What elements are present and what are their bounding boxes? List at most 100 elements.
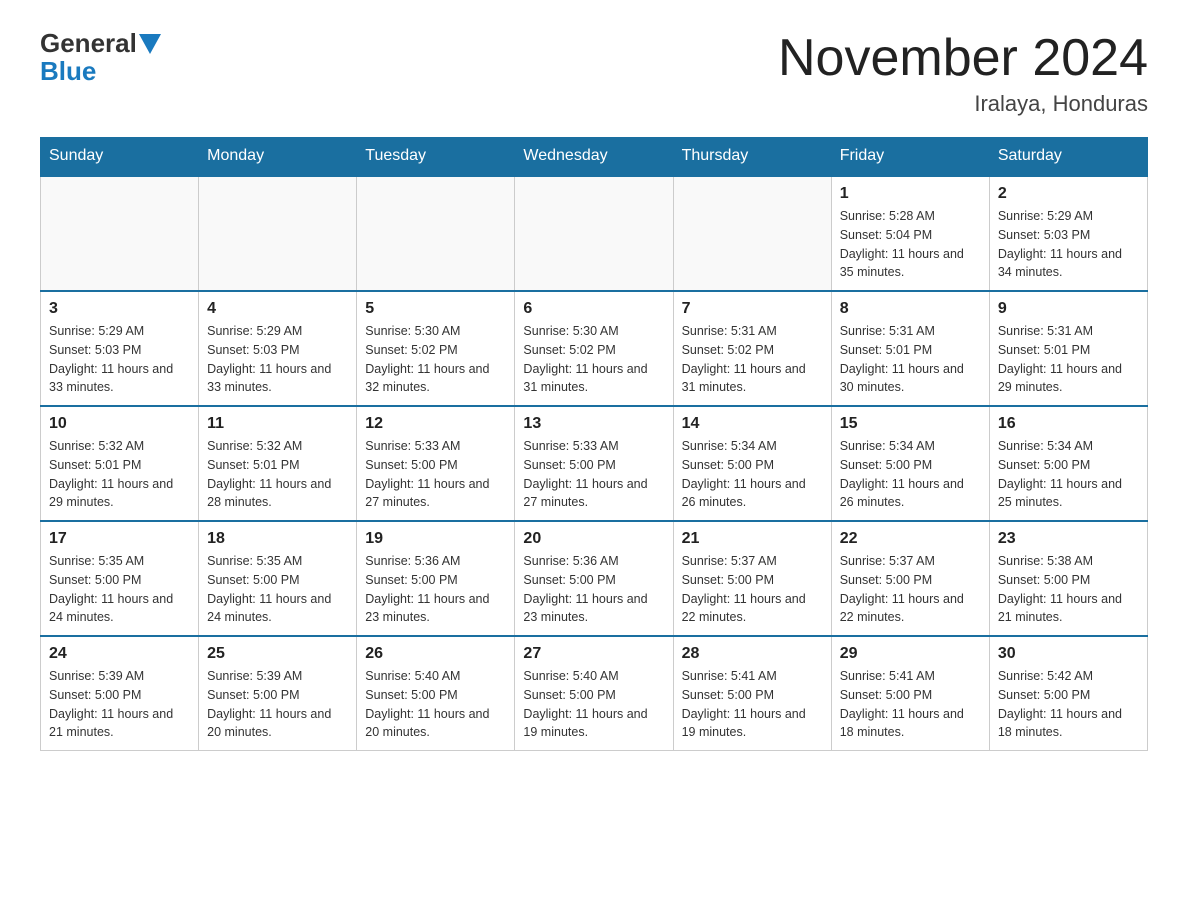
day-info: Sunrise: 5:30 AMSunset: 5:02 PMDaylight:… [523,322,664,397]
calendar-week-5: 24Sunrise: 5:39 AMSunset: 5:00 PMDayligh… [41,636,1148,751]
calendar-cell: 15Sunrise: 5:34 AMSunset: 5:00 PMDayligh… [831,406,989,521]
day-number: 6 [523,300,664,318]
day-info: Sunrise: 5:34 AMSunset: 5:00 PMDaylight:… [998,437,1139,512]
calendar-cell: 24Sunrise: 5:39 AMSunset: 5:00 PMDayligh… [41,636,199,751]
logo-general: General [40,30,137,56]
calendar-cell: 26Sunrise: 5:40 AMSunset: 5:00 PMDayligh… [357,636,515,751]
calendar-cell: 19 Sunrise: 5:36 AMSunset: 5:00 PMDayligh… [357,521,515,636]
calendar-cell: 8 Sunrise: 5:31 AMSunset: 5:01 PMDaylight… [831,291,989,406]
day-number: 5 [365,300,506,318]
calendar-cell: 27 Sunrise: 5:40 AMSunset: 5:00 PMDayligh… [515,636,673,751]
day-info: Sunrise: 5:42 AMSunset: 5:00 PMDaylight:… [998,667,1139,742]
calendar-header-row: SundayMondayTuesdayWednesdayThursdayFrid… [41,137,1148,176]
day-info: Sunrise: 5:34 AMSunset: 5:00 PMDaylight:… [682,437,823,512]
day-info: Sunrise: 5:41 AMSunset: 5:00 PMDaylight:… [682,667,823,742]
calendar-header-monday: Monday [199,137,357,176]
title-area: November 2024 Iralaya, Honduras [778,30,1148,117]
header: General Blue November 2024 Iralaya, Hond… [40,30,1148,117]
day-info: Sunrise: 5:31 AMSunset: 5:01 PMDaylight:… [840,322,981,397]
day-number: 4 [207,300,348,318]
day-info: Sunrise: 5:32 AMSunset: 5:01 PMDaylight:… [207,437,348,512]
day-number: 30 [998,645,1139,663]
calendar-cell: 14 Sunrise: 5:34 AMSunset: 5:00 PMDayligh… [673,406,831,521]
day-number: 23 [998,530,1139,548]
day-number: 8 [840,300,981,318]
calendar-cell: 12 Sunrise: 5:33 AMSunset: 5:00 PMDayligh… [357,406,515,521]
day-number: 14 [682,415,823,433]
day-info: Sunrise: 5:31 AMSunset: 5:02 PMDaylight:… [682,322,823,397]
calendar-cell: 23 Sunrise: 5:38 AMSunset: 5:00 PMDayligh… [989,521,1147,636]
calendar-cell: 3 Sunrise: 5:29 AMSunset: 5:03 PMDaylight… [41,291,199,406]
day-number: 27 [523,645,664,663]
calendar-header-thursday: Thursday [673,137,831,176]
location: Iralaya, Honduras [778,91,1148,117]
calendar-cell: 22 Sunrise: 5:37 AMSunset: 5:00 PMDayligh… [831,521,989,636]
day-info: Sunrise: 5:33 AMSunset: 5:00 PMDaylight:… [523,437,664,512]
calendar-cell: 7 Sunrise: 5:31 AMSunset: 5:02 PMDaylight… [673,291,831,406]
calendar-table: SundayMondayTuesdayWednesdayThursdayFrid… [40,137,1148,751]
logo: General Blue [40,30,161,87]
calendar-cell: 17 Sunrise: 5:35 AMSunset: 5:00 PMDayligh… [41,521,199,636]
calendar-cell: 2 Sunrise: 5:29 AMSunset: 5:03 PMDaylight… [989,176,1147,291]
calendar-cell: 18Sunrise: 5:35 AMSunset: 5:00 PMDayligh… [199,521,357,636]
day-number: 15 [840,415,981,433]
day-info: Sunrise: 5:37 AMSunset: 5:00 PMDaylight:… [682,552,823,627]
month-title: November 2024 [778,30,1148,87]
day-number: 12 [365,415,506,433]
day-info: Sunrise: 5:29 AMSunset: 5:03 PMDaylight:… [998,207,1139,282]
calendar-cell: 5 Sunrise: 5:30 AMSunset: 5:02 PMDaylight… [357,291,515,406]
day-number: 7 [682,300,823,318]
day-info: Sunrise: 5:33 AMSunset: 5:00 PMDaylight:… [365,437,506,512]
calendar-cell [199,176,357,291]
day-info: Sunrise: 5:36 AMSunset: 5:00 PMDaylight:… [365,552,506,627]
day-info: Sunrise: 5:40 AMSunset: 5:00 PMDaylight:… [365,667,506,742]
calendar-cell: 16 Sunrise: 5:34 AMSunset: 5:00 PMDayligh… [989,406,1147,521]
day-number: 13 [523,415,664,433]
day-info: Sunrise: 5:35 AMSunset: 5:00 PMDaylight:… [49,552,190,627]
calendar-cell: 30 Sunrise: 5:42 AMSunset: 5:00 PMDayligh… [989,636,1147,751]
day-info: Sunrise: 5:29 AMSunset: 5:03 PMDaylight:… [207,322,348,397]
day-info: Sunrise: 5:36 AMSunset: 5:00 PMDaylight:… [523,552,664,627]
calendar-cell: 29Sunrise: 5:41 AMSunset: 5:00 PMDayligh… [831,636,989,751]
day-info: Sunrise: 5:28 AMSunset: 5:04 PMDaylight:… [840,207,981,282]
day-number: 17 [49,530,190,548]
calendar-cell [357,176,515,291]
day-info: Sunrise: 5:37 AMSunset: 5:00 PMDaylight:… [840,552,981,627]
day-number: 10 [49,415,190,433]
calendar-cell: 11 Sunrise: 5:32 AMSunset: 5:01 PMDayligh… [199,406,357,521]
day-number: 16 [998,415,1139,433]
calendar-header-sunday: Sunday [41,137,199,176]
day-number: 1 [840,185,981,203]
calendar-header-wednesday: Wednesday [515,137,673,176]
calendar-cell: 20Sunrise: 5:36 AMSunset: 5:00 PMDayligh… [515,521,673,636]
day-number: 25 [207,645,348,663]
day-info: Sunrise: 5:39 AMSunset: 5:00 PMDaylight:… [207,667,348,742]
calendar-cell: 21Sunrise: 5:37 AMSunset: 5:00 PMDayligh… [673,521,831,636]
day-info: Sunrise: 5:38 AMSunset: 5:00 PMDaylight:… [998,552,1139,627]
day-number: 11 [207,415,348,433]
calendar-header-saturday: Saturday [989,137,1147,176]
calendar-cell: 1 Sunrise: 5:28 AMSunset: 5:04 PMDaylight… [831,176,989,291]
logo-arrow-icon [139,34,161,54]
calendar-cell: 6 Sunrise: 5:30 AMSunset: 5:02 PMDaylight… [515,291,673,406]
day-number: 28 [682,645,823,663]
day-info: Sunrise: 5:29 AMSunset: 5:03 PMDaylight:… [49,322,190,397]
calendar-header-tuesday: Tuesday [357,137,515,176]
calendar-cell: 25 Sunrise: 5:39 AMSunset: 5:00 PMDayligh… [199,636,357,751]
day-info: Sunrise: 5:41 AMSunset: 5:00 PMDaylight:… [840,667,981,742]
calendar-week-3: 10 Sunrise: 5:32 AMSunset: 5:01 PMDayligh… [41,406,1148,521]
day-info: Sunrise: 5:40 AMSunset: 5:00 PMDaylight:… [523,667,664,742]
calendar-cell [673,176,831,291]
day-number: 2 [998,185,1139,203]
day-number: 9 [998,300,1139,318]
calendar-cell: 9 Sunrise: 5:31 AMSunset: 5:01 PMDaylight… [989,291,1147,406]
day-info: Sunrise: 5:31 AMSunset: 5:01 PMDaylight:… [998,322,1139,397]
calendar-cell: 13 Sunrise: 5:33 AMSunset: 5:00 PMDayligh… [515,406,673,521]
calendar-header-friday: Friday [831,137,989,176]
day-number: 3 [49,300,190,318]
calendar-week-1: 1 Sunrise: 5:28 AMSunset: 5:04 PMDaylight… [41,176,1148,291]
day-number: 22 [840,530,981,548]
day-number: 19 [365,530,506,548]
calendar-cell: 28 Sunrise: 5:41 AMSunset: 5:00 PMDayligh… [673,636,831,751]
day-info: Sunrise: 5:30 AMSunset: 5:02 PMDaylight:… [365,322,506,397]
